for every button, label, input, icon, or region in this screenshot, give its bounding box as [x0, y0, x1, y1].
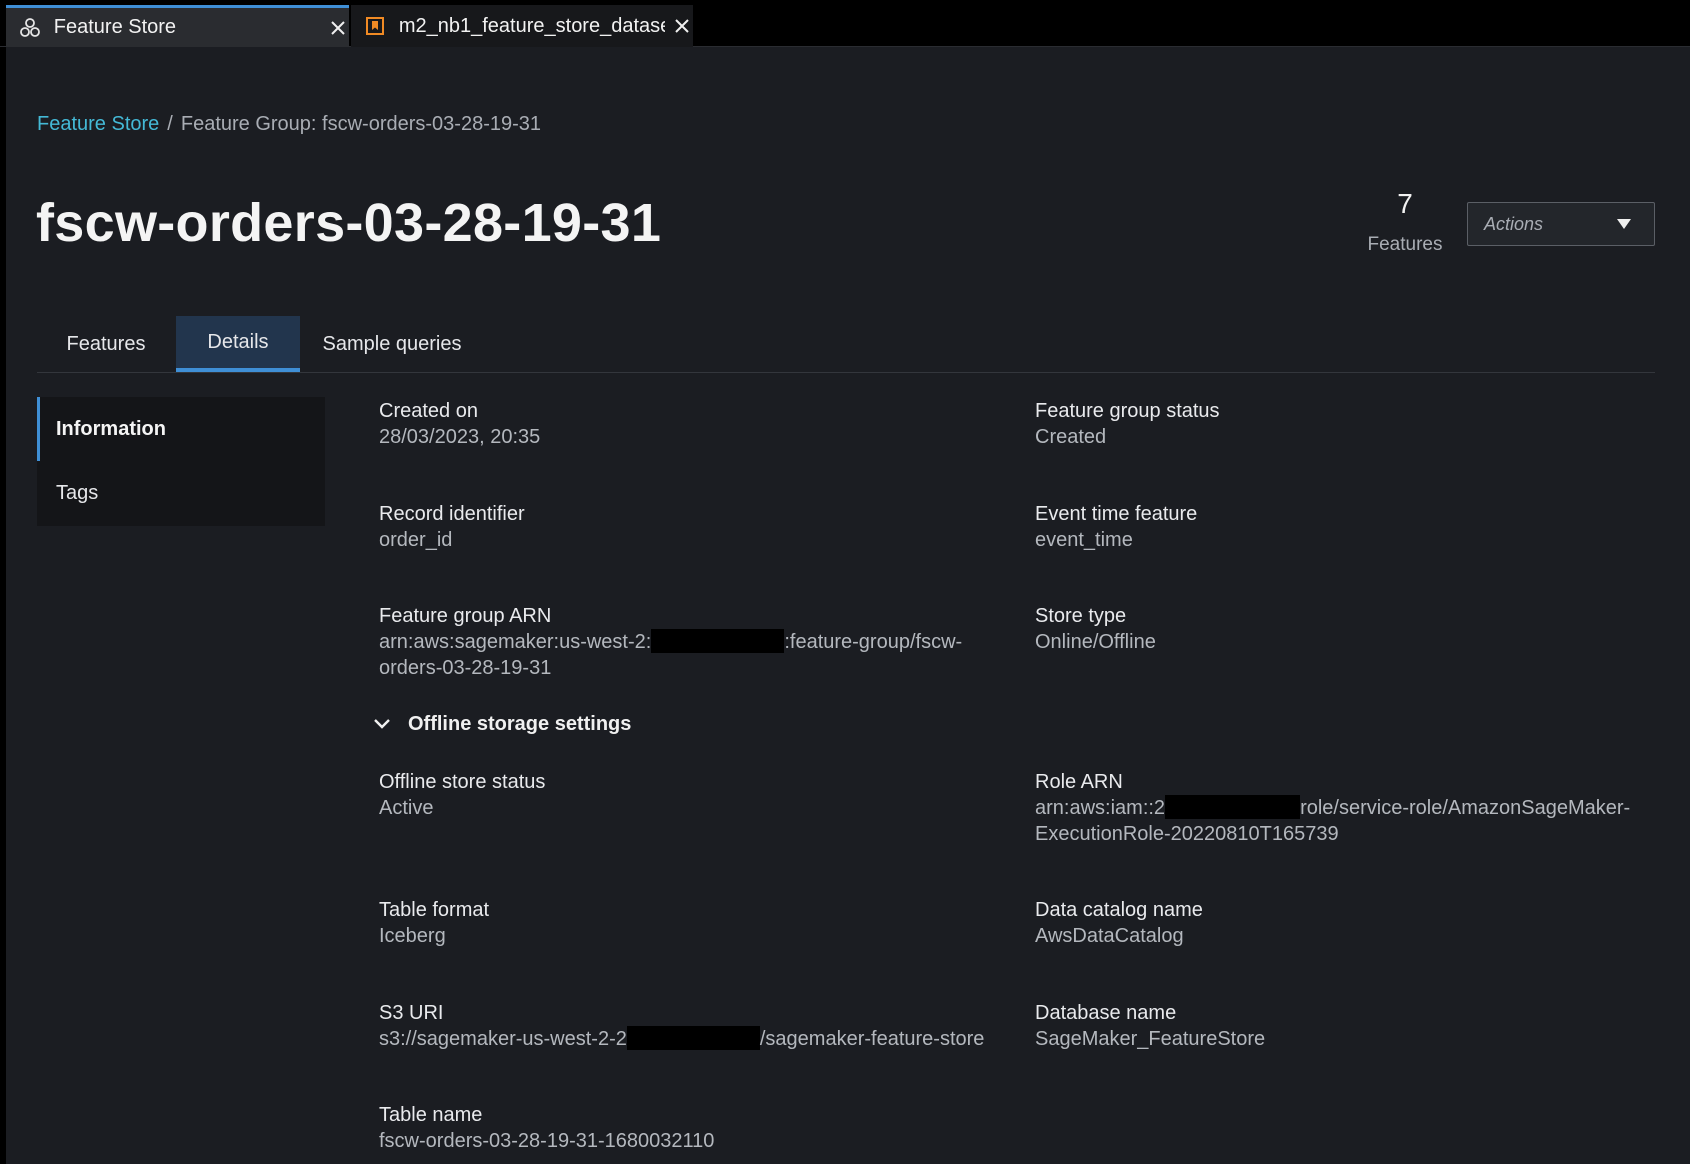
caret-down-icon — [1616, 214, 1632, 235]
breadcrumb-root-link[interactable]: Feature Store — [37, 113, 159, 136]
arn-line2: orders-03-28-19-31 — [379, 657, 552, 679]
field-value: order_id — [379, 529, 453, 551]
features-count-value: 7 — [1397, 188, 1413, 219]
field-value: event_time — [1035, 529, 1133, 551]
s3-uri-prefix: s3://sagemaker-us-west-2-2 — [379, 1028, 627, 1050]
s3-uri-suffix: /sagemaker-feature-store — [759, 1028, 985, 1050]
s3-uri-field: S3 URI s3://sagemaker-us-west-2-2/sagema… — [379, 1000, 1019, 1052]
field-value: Created — [1035, 426, 1107, 448]
field-label: Feature group ARN — [379, 605, 552, 627]
features-count: 7 Features — [1360, 188, 1450, 256]
breadcrumb-separator: / — [167, 113, 173, 135]
page-title: fscw-orders-03-28-19-31 — [36, 193, 662, 253]
arn-suffix: :feature-group/fscw- — [784, 631, 963, 653]
field-label: Role ARN — [1035, 771, 1123, 793]
side-nav-information[interactable]: Information — [37, 397, 325, 461]
close-icon[interactable] — [327, 17, 349, 39]
field-value: s3://sagemaker-us-west-2-2/sagemaker-fea… — [379, 1026, 1019, 1052]
redaction-block — [1165, 795, 1301, 819]
role-arn-prefix: arn:aws:iam::2 — [1035, 797, 1166, 819]
field-value: fscw-orders-03-28-19-31-1680032110 — [379, 1130, 715, 1152]
table-format-field: Table format Iceberg — [379, 897, 489, 949]
redaction-block — [651, 629, 785, 653]
field-label: Event time feature — [1035, 503, 1198, 525]
field-value: arn:aws:iam::2 role/service-role/AmazonSa… — [1035, 795, 1655, 847]
close-icon[interactable] — [671, 15, 693, 37]
breadcrumb: Feature Store / Feature Group: fscw-orde… — [37, 113, 541, 136]
field-label: Data catalog name — [1035, 899, 1203, 921]
offline-storage-toggle[interactable]: Offline storage settings — [370, 712, 631, 736]
detail-tabs: Features Details Sample queries — [37, 316, 1655, 373]
event-time-feature-field: Event time feature event_time — [1035, 501, 1197, 553]
redaction-block — [626, 1026, 760, 1050]
field-value: arn:aws:sagemaker:us-west-2: :feature-gro… — [379, 629, 979, 681]
role-arn-field: Role ARN arn:aws:iam::2 role/service-role… — [1035, 769, 1655, 847]
arn-prefix: arn:aws:sagemaker:us-west-2: — [379, 631, 652, 653]
field-label: Table name — [379, 1104, 483, 1126]
role-arn-suffix: role/service-role/AmazonSageMaker- — [1300, 797, 1631, 819]
notebook-icon — [363, 14, 387, 38]
side-nav-tags[interactable]: Tags — [37, 461, 325, 525]
record-identifier-field: Record identifier order_id — [379, 501, 525, 553]
store-type-field: Store type Online/Offline — [1035, 603, 1156, 655]
offline-store-status-field: Offline store status Active — [379, 769, 545, 821]
tab-bar: Feature Store m2_nb1_feature_store_datas… — [0, 0, 1690, 47]
field-label: Database name — [1035, 1002, 1177, 1024]
breadcrumb-current: Feature Group: fscw-orders-03-28-19-31 — [180, 113, 542, 135]
tab-sample-queries[interactable]: Sample queries — [300, 316, 484, 372]
feature-group-arn-field: Feature group ARN arn:aws:sagemaker:us-w… — [379, 603, 979, 681]
field-label: Feature group status — [1035, 400, 1220, 422]
window-edge — [0, 0, 6, 1164]
tab-label: Feature Store — [53, 16, 177, 38]
feature-store-icon — [18, 16, 42, 40]
actions-label: Actions — [1484, 213, 1544, 234]
features-count-label: Features — [1367, 234, 1443, 255]
field-label: Created on — [379, 400, 478, 422]
created-on-field: Created on 28/03/2023, 20:35 — [379, 398, 540, 450]
field-value: Online/Offline — [1035, 631, 1156, 653]
tab-feature-store[interactable]: Feature Store — [6, 5, 349, 47]
data-catalog-name-field: Data catalog name AwsDataCatalog — [1035, 897, 1203, 949]
field-value: AwsDataCatalog — [1035, 925, 1184, 947]
section-title: Offline storage settings — [408, 712, 632, 735]
feature-group-status-field: Feature group status Created — [1035, 398, 1220, 450]
side-nav: Information Tags — [37, 397, 325, 526]
table-name-field: Table name fscw-orders-03-28-19-31-16800… — [379, 1102, 714, 1154]
tab-features[interactable]: Features — [37, 316, 175, 372]
field-label: Table format — [379, 899, 490, 921]
tab-details[interactable]: Details — [176, 316, 300, 372]
field-value: Active — [379, 797, 434, 819]
chevron-down-icon — [370, 712, 394, 736]
field-value: 28/03/2023, 20:35 — [379, 426, 541, 448]
tab-notebook[interactable]: m2_nb1_feature_store_datase — [351, 5, 693, 47]
field-value: SageMaker_FeatureStore — [1035, 1028, 1266, 1050]
field-label: Offline store status — [379, 771, 546, 793]
field-value: Iceberg — [379, 925, 446, 947]
role-arn-line2: ExecutionRole-20220810T165739 — [1035, 823, 1339, 845]
field-label: Store type — [1035, 605, 1127, 627]
field-label: Record identifier — [379, 503, 525, 525]
actions-dropdown[interactable]: Actions — [1467, 202, 1655, 246]
tab-label: m2_nb1_feature_store_datase — [398, 14, 666, 37]
database-name-field: Database name SageMaker_FeatureStore — [1035, 1000, 1265, 1052]
field-label: S3 URI — [379, 1002, 444, 1024]
